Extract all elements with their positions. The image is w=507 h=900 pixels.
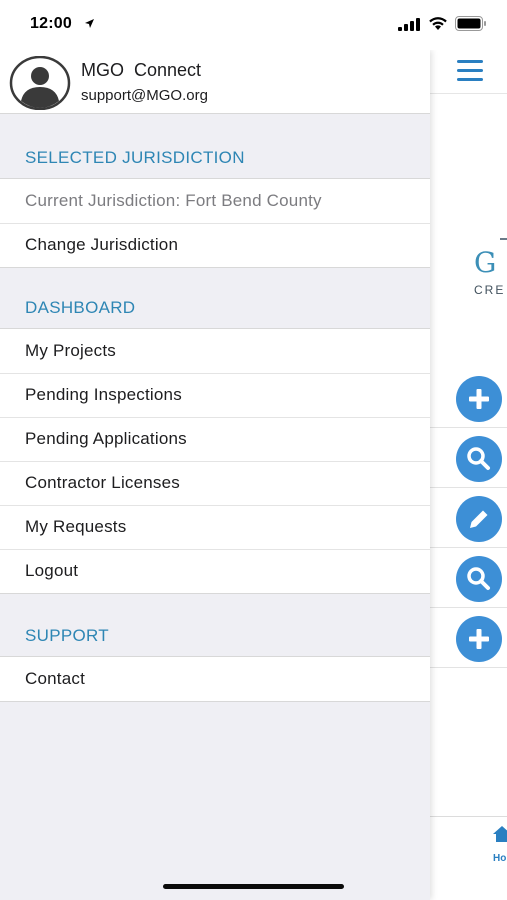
- wifi-icon: [428, 16, 448, 36]
- logo-accent-line: [500, 238, 507, 240]
- battery-icon: [455, 16, 487, 36]
- current-jurisdiction-label: Current Jurisdiction: Fort Bend County: [25, 191, 322, 210]
- search-icon: [467, 447, 490, 470]
- pencil-icon: [470, 510, 488, 528]
- profile-name: MGO Connect: [81, 60, 202, 80]
- menu-item-my-requests[interactable]: My Requests: [0, 505, 430, 549]
- menu-item-contractor-licenses[interactable]: Contractor Licenses: [0, 461, 430, 505]
- location-arrow-icon: [84, 16, 95, 34]
- section-title: SUPPORT: [25, 626, 109, 645]
- profile-email: support@MGO.org: [81, 87, 208, 104]
- current-jurisdiction: Current Jurisdiction: Fort Bend County: [0, 179, 430, 223]
- hamburger-menu-icon[interactable]: [457, 60, 483, 82]
- plus-icon: [469, 629, 489, 649]
- menu-item-label: Pending Inspections: [25, 385, 182, 404]
- menu-item-my-projects[interactable]: My Projects: [0, 329, 430, 373]
- change-jurisdiction-item[interactable]: Change Jurisdiction: [0, 223, 430, 267]
- section-header-support: SUPPORT: [0, 612, 430, 658]
- section-header-dashboard: DASHBOARD: [0, 284, 430, 330]
- menu-item-pending-applications[interactable]: Pending Applications: [0, 417, 430, 461]
- add-action-button[interactable]: [456, 376, 502, 422]
- menu-item-contact[interactable]: Contact: [0, 657, 430, 701]
- status-time: 12:00: [30, 15, 72, 32]
- background-app: G CRE Ho: [430, 50, 507, 900]
- edit-action-button[interactable]: [456, 496, 502, 542]
- status-bar: 12:00: [0, 0, 507, 50]
- menu-item-pending-inspections[interactable]: Pending Inspections: [0, 373, 430, 417]
- profile-header: MGO Connect support@MGO.org: [0, 50, 430, 114]
- menu-item-logout[interactable]: Logout: [0, 549, 430, 593]
- logo-letter: G: [474, 246, 497, 279]
- action-row: [430, 428, 507, 488]
- home-indicator[interactable]: [163, 884, 344, 889]
- menu-item-label: Contractor Licenses: [25, 473, 180, 492]
- action-row: [430, 608, 507, 668]
- menu-item-label: Pending Applications: [25, 429, 187, 448]
- add-action-button[interactable]: [456, 616, 502, 662]
- section-header-jurisdiction: SELECTED JURISDICTION: [0, 134, 430, 180]
- navigation-drawer: MGO Connect support@MGO.org SELECTED JUR…: [0, 50, 430, 900]
- action-row: [430, 368, 507, 428]
- menu-item-label: Logout: [25, 561, 79, 580]
- action-list: [430, 368, 507, 668]
- plus-icon: [469, 389, 489, 409]
- dashboard-group: My Projects Pending Inspections Pending …: [0, 328, 430, 594]
- menu-item-label: Contact: [25, 669, 85, 688]
- search-action-button[interactable]: [456, 556, 502, 602]
- menu-item-label: My Requests: [25, 517, 127, 536]
- action-row: [430, 548, 507, 608]
- search-icon: [467, 567, 490, 590]
- section-title: SELECTED JURISDICTION: [25, 148, 245, 167]
- background-header: [430, 50, 507, 94]
- home-icon: [493, 826, 507, 842]
- search-action-button[interactable]: [456, 436, 502, 482]
- avatar-icon: [9, 56, 71, 110]
- support-group: Contact: [0, 656, 430, 702]
- menu-item-label: My Projects: [25, 341, 116, 360]
- action-row: [430, 488, 507, 548]
- cellular-signal-icon: [398, 18, 422, 36]
- section-title: DASHBOARD: [25, 298, 136, 317]
- menu-item-label: Change Jurisdiction: [25, 235, 179, 254]
- home-tab-label: Ho: [493, 853, 507, 864]
- tab-bar: Ho: [430, 816, 507, 900]
- logo-text: CRE: [474, 283, 506, 297]
- jurisdiction-group: Current Jurisdiction: Fort Bend County C…: [0, 178, 430, 268]
